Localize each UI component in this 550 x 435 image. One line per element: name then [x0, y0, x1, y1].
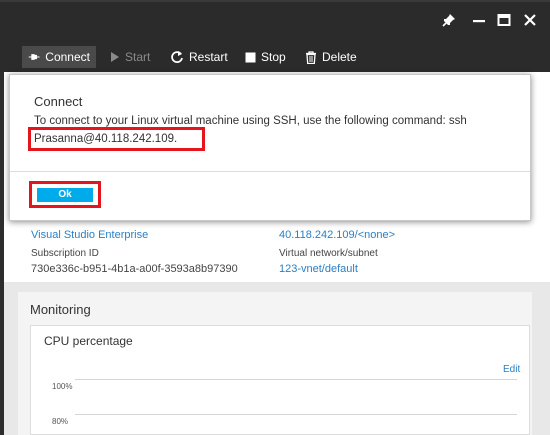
command-toolbar: Connect Start Restart Stop Delete	[0, 40, 550, 72]
delete-label: Delete	[322, 50, 357, 64]
tick-label-80: 80%	[52, 417, 69, 426]
vnet-link[interactable]: 123-vnet/default	[279, 263, 358, 275]
vnet-label: Virtual network/subnet	[279, 248, 378, 259]
minimize-icon[interactable]	[471, 12, 487, 28]
cpu-chart-title: CPU percentage	[44, 334, 133, 348]
tick-label-100: 100%	[52, 382, 73, 391]
monitoring-title: Monitoring	[30, 302, 91, 317]
close-icon[interactable]	[522, 12, 538, 28]
start-label: Start	[125, 50, 151, 64]
dialog-divider	[10, 171, 530, 172]
gridline-100	[75, 379, 517, 380]
subscription-id-label: Subscription ID	[31, 248, 99, 259]
subscription-id-value: 730e336c-b951-4b1a-a00f-3593a8b97390	[31, 263, 238, 275]
dialog-message: To connect to your Linux virtual machine…	[34, 115, 467, 127]
stop-button[interactable]: Stop	[245, 46, 286, 68]
plug-icon	[28, 54, 40, 60]
restart-label: Restart	[189, 50, 228, 64]
delete-button[interactable]: Delete	[305, 46, 357, 68]
public-ip-link[interactable]: 40.118.242.109/<none>	[279, 229, 395, 241]
stop-label: Stop	[261, 50, 286, 64]
pin-icon[interactable]	[441, 12, 457, 28]
gridline-80	[75, 414, 517, 415]
restart-button[interactable]: Restart	[170, 46, 228, 68]
connect-dialog: Connect To connect to your Linux virtual…	[9, 74, 531, 221]
restart-icon	[171, 51, 183, 63]
start-button[interactable]: Start	[110, 46, 150, 68]
play-icon	[111, 52, 119, 62]
address-highlight-box	[28, 127, 205, 151]
stop-icon	[245, 52, 256, 62]
connect-label: Connect	[45, 50, 90, 64]
edit-chart-link[interactable]: Edit	[503, 364, 520, 375]
trash-icon	[306, 50, 316, 64]
subscription-name-link[interactable]: Visual Studio Enterprise	[31, 229, 148, 241]
connect-button[interactable]: Connect	[22, 46, 96, 68]
maximize-icon[interactable]	[496, 12, 512, 28]
dialog-title: Connect	[34, 94, 83, 109]
ok-button[interactable]: Ok	[37, 188, 93, 202]
title-bar	[0, 0, 550, 40]
